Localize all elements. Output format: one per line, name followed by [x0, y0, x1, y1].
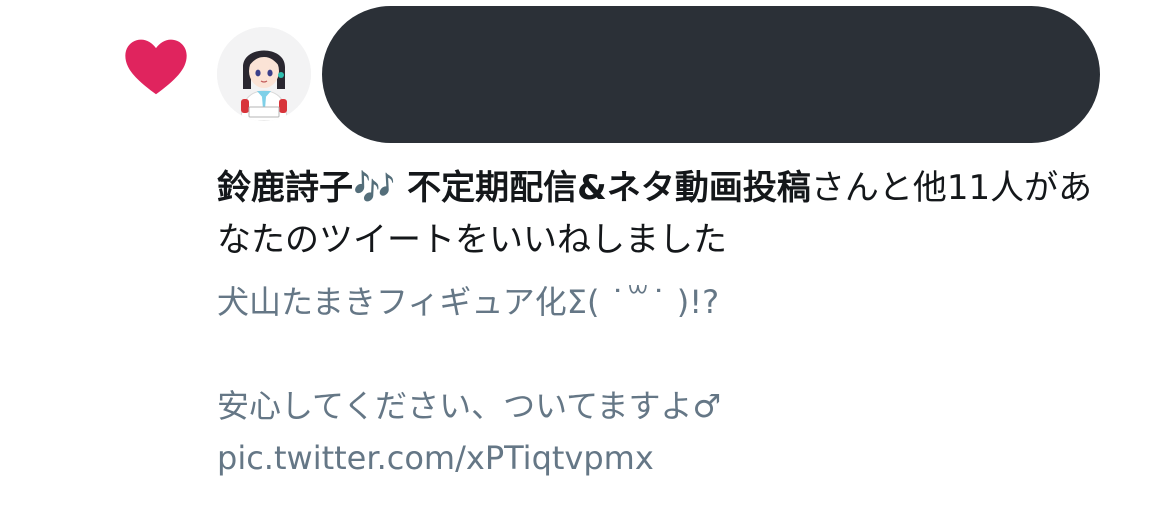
user-name-link[interactable]: 鈴鹿詩子🎶 不定期配信&ネタ動画投稿	[217, 168, 811, 208]
tweet-line-2: 安心してください、ついてますよ♂	[217, 387, 722, 425]
tweet-line-1: 犬山たまきフィギュア化Σ( ˙꒳˙ )!?	[217, 283, 720, 321]
like-notification-text: 鈴鹿詩子🎶 不定期配信&ネタ動画投稿さんと他11人があなたのツイートをいいねしま…	[217, 162, 1117, 266]
tweet-media-link[interactable]: pic.twitter.com/xPTiqtvpmx	[217, 432, 1117, 484]
avatar-illustration	[217, 27, 311, 121]
heart-icon	[125, 39, 187, 95]
tweet-blank-line	[217, 328, 1117, 380]
tweet-preview[interactable]: 犬山たまきフィギュア化Σ( ˙꒳˙ )!? 安心してください、ついてますよ♂ p…	[217, 276, 1117, 484]
redaction-block	[322, 6, 1100, 143]
avatar[interactable]	[217, 27, 311, 121]
